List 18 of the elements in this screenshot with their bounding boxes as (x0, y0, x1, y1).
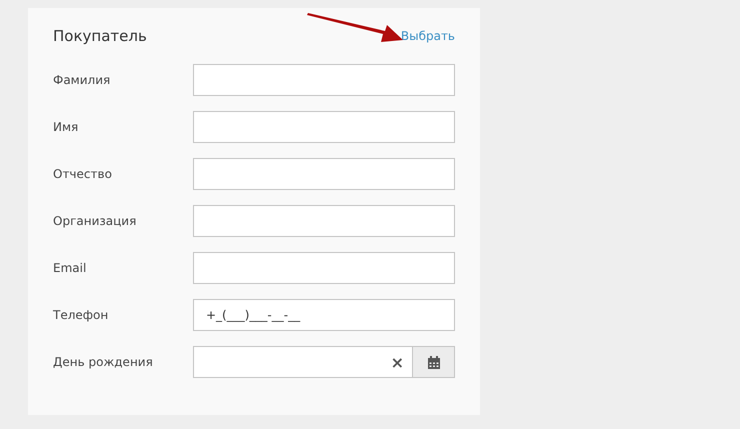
input-field[interactable]: +_(___)___-__-__ (193, 299, 455, 331)
field-label: Email (53, 261, 88, 275)
panel-title: Покупатель (53, 27, 147, 45)
field-label: Имя (53, 120, 80, 134)
field-label: Телефон (53, 308, 110, 322)
field-label: Организация (53, 214, 138, 228)
field-label: Отчество (53, 167, 113, 181)
input-field[interactable] (193, 252, 455, 284)
input-field[interactable] (193, 205, 455, 237)
input-field[interactable] (193, 158, 455, 190)
calendar-icon (428, 356, 440, 368)
date-field[interactable]: × (193, 346, 413, 378)
input-field[interactable] (193, 64, 455, 96)
field-label: День рождения (53, 355, 154, 369)
clear-button[interactable]: × (390, 352, 404, 372)
calendar-button[interactable] (413, 346, 455, 378)
field-label: Фамилия (53, 73, 112, 87)
input-field[interactable] (193, 111, 455, 143)
